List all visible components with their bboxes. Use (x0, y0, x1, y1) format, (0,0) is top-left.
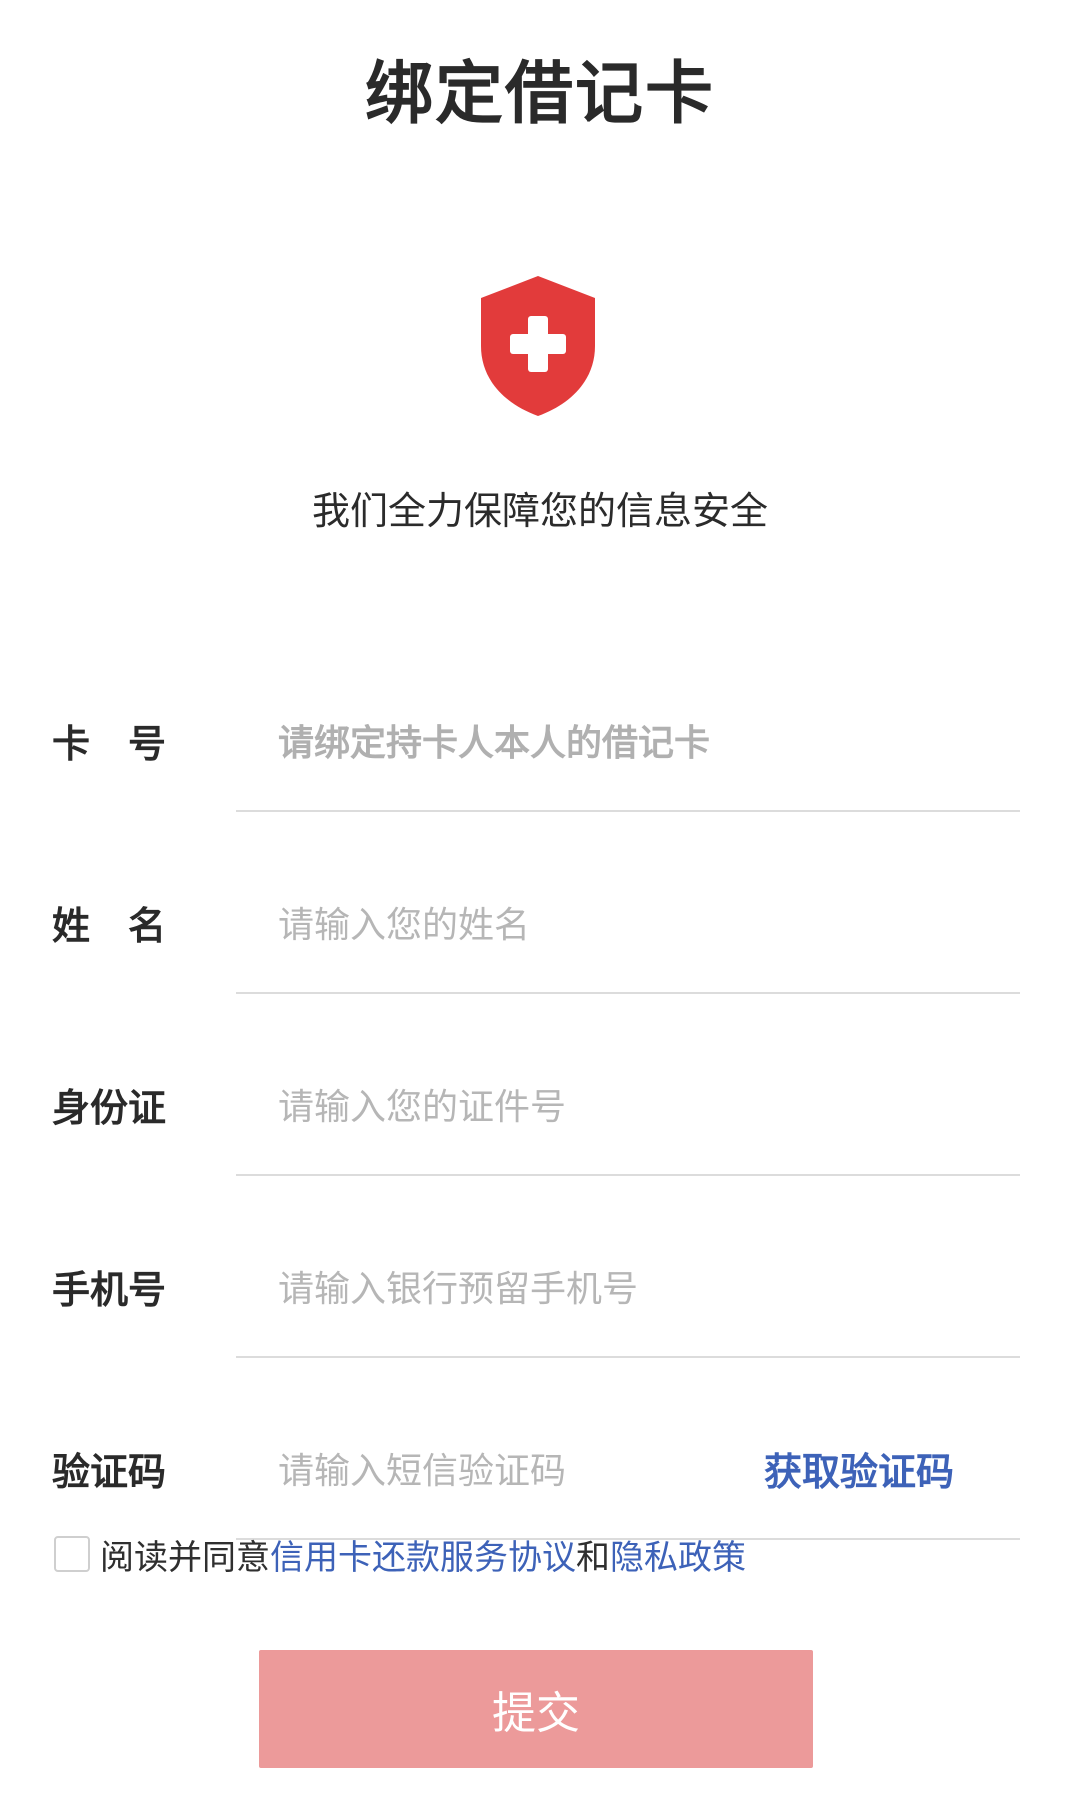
card-number-divider (236, 810, 1020, 812)
name-row: 姓 名 (0, 898, 1080, 1018)
name-divider (236, 992, 1020, 994)
phone-divider (236, 1356, 1020, 1358)
card-number-label: 卡 号 (52, 722, 167, 766)
shield-plus-icon (473, 272, 603, 420)
id-card-divider (236, 1174, 1020, 1176)
page-title: 绑定借记卡 (364, 55, 715, 134)
sms-code-input[interactable] (278, 1444, 718, 1500)
id-card-input[interactable] (278, 1080, 978, 1136)
service-agreement-link[interactable]: 信用卡还款服务协议 (270, 1530, 576, 1579)
phone-label: 手机号 (52, 1268, 167, 1312)
submit-button[interactable]: 提交 (259, 1650, 813, 1768)
agreement-checkbox[interactable] (54, 1536, 90, 1572)
phone-row: 手机号 (0, 1262, 1080, 1382)
id-card-row: 身份证 (0, 1080, 1080, 1200)
card-number-row: 卡 号 (0, 716, 1080, 836)
agreement-prefix: 阅读并同意 (100, 1537, 270, 1578)
id-card-label: 身份证 (52, 1086, 167, 1130)
privacy-policy-link[interactable]: 隐私政策 (610, 1530, 746, 1579)
card-number-input[interactable] (278, 716, 978, 772)
phone-input[interactable] (278, 1262, 978, 1318)
agreement: 阅读并同意 信用卡还款服务协议 和 隐私政策 (54, 1530, 746, 1579)
sms-code-label: 验证码 (52, 1450, 167, 1494)
name-input[interactable] (278, 898, 978, 954)
security-message: 我们全力保障您的信息安全 (311, 489, 768, 533)
agreement-connector: 和 (576, 1537, 610, 1578)
name-label: 姓 名 (52, 904, 167, 948)
get-code-button[interactable]: 获取验证码 (764, 1444, 954, 1500)
